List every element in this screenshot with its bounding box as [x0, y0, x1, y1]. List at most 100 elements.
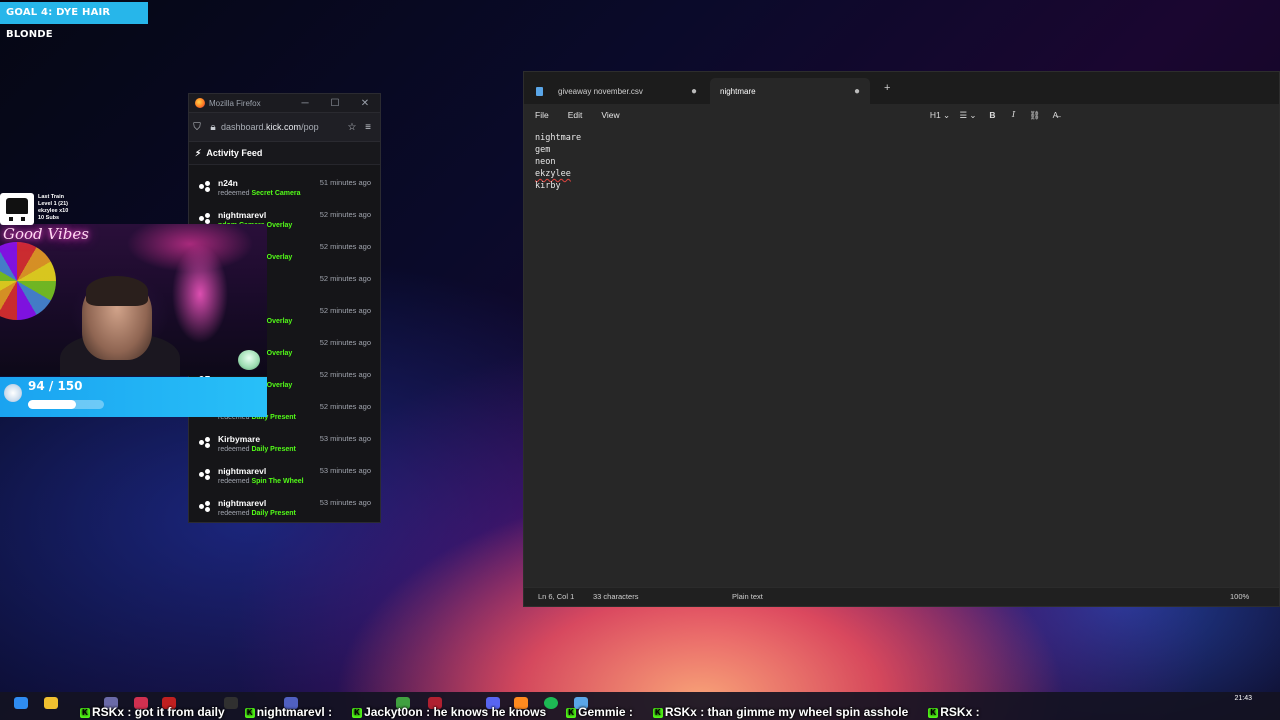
last-train-user: ekzylee x10 [38, 208, 69, 214]
feed-time: 51 minutes ago [319, 178, 371, 187]
unsaved-dot-icon[interactable]: ● [691, 86, 697, 97]
editor-text[interactable]: nightmare gem neon ekzylee kirby [535, 132, 581, 192]
file-format[interactable]: Plain text [732, 592, 763, 601]
feed-time: 52 minutes ago [319, 402, 371, 411]
close-icon[interactable]: ✕ [350, 98, 380, 109]
feed-action: redeemed Secret Camera [218, 190, 301, 197]
activity-feed-item[interactable]: nightmarevl 53 minutes ago redeemed Daily … [189, 495, 380, 527]
tab-label: nightmare [720, 86, 756, 96]
chat-message: : [975, 705, 980, 719]
character-count: 33 characters [593, 592, 639, 601]
feed-time: 52 minutes ago [319, 242, 371, 251]
notepad-menubar: File Edit View H1 ⌄ ☰ ⌄ B I ⛓︎ A̶ [524, 104, 1279, 126]
firefox-logo-icon [195, 98, 205, 108]
kick-badge-icon: K [928, 708, 939, 718]
chat-message: : he knows he knows [426, 705, 547, 719]
italic-button[interactable]: I [1003, 110, 1024, 120]
menu-icon[interactable]: ≡ [360, 122, 376, 133]
minimize-icon[interactable]: ─ [290, 98, 320, 109]
tab-giveaway-csv[interactable]: giveaway november.csv ● [524, 78, 709, 104]
clear-formatting-icon[interactable]: A̶ [1045, 110, 1066, 120]
text-line: kirby [535, 181, 561, 191]
activity-feed-item[interactable]: n24n 51 minutes ago redeemed Secret Camera [189, 175, 380, 207]
activity-feed-header: ⚡︎ Activity Feed [189, 142, 380, 165]
streamer-hair [86, 276, 148, 306]
chat-username: RSKx [92, 705, 125, 719]
list-dropdown-icon[interactable]: ☰ ⌄ [954, 110, 982, 121]
feed-action: redeemed Daily Present [218, 510, 296, 517]
heading-dropdown[interactable]: H1 ⌄ [926, 110, 954, 121]
tab-nightmare[interactable]: nightmare ● [710, 78, 870, 104]
neon-sign: Good Vibes [3, 225, 89, 243]
redeem-icon [199, 181, 211, 193]
chat-username: RSKx [664, 705, 697, 719]
feed-username[interactable]: nightmarevl [218, 498, 266, 508]
feed-username[interactable]: n24n [218, 178, 238, 188]
bookmark-star-icon[interactable]: ☆ [344, 122, 360, 133]
unsaved-dot-icon[interactable]: ● [854, 86, 860, 97]
lock-icon[interactable]: 🔒︎ [205, 122, 221, 133]
last-train-title: Last Train [38, 194, 64, 200]
address-bar[interactable]: ⛉ 🔒︎ dashboard.kick.com/pop ☆ ≡ [189, 112, 380, 142]
webcam-overlay: Good Vibes [0, 224, 267, 376]
kick-badge-icon: K [566, 708, 577, 718]
chat-message: : than gimme my wheel spin asshole [700, 705, 909, 719]
feed-action: redeemed Daily Present [218, 446, 296, 453]
activity-feed-item[interactable]: Kirbymare 53 minutes ago redeemed Daily Pr… [189, 431, 380, 463]
feed-time: 53 minutes ago [319, 498, 371, 507]
zoom-level[interactable]: 100% [1230, 592, 1249, 601]
last-train-subs: 10 Subs [38, 215, 60, 221]
bolt-icon: ⚡︎ [195, 147, 202, 158]
text-line: gem [535, 145, 551, 155]
url-text[interactable]: dashboard.kick.com/pop [221, 122, 344, 132]
shield-icon[interactable]: ⛉ [189, 122, 205, 133]
menu-file[interactable]: File [535, 110, 549, 120]
sub-goal-count: 94 / 150 [28, 379, 83, 393]
feed-username[interactable]: nightmarevl [218, 210, 266, 220]
notepad-window: giveaway november.csv ● nightmare ● + Fi… [523, 71, 1280, 607]
sub-goal-icon [4, 384, 22, 402]
system-tray-clock[interactable]: 21:43 [1234, 694, 1252, 703]
feed-username[interactable]: Kirbymare [218, 434, 260, 444]
activity-feed-item[interactable]: nightmarevl 53 minutes ago redeemed Spin T… [189, 463, 380, 495]
chat-message: : [628, 705, 633, 719]
feed-time: 52 minutes ago [319, 306, 371, 315]
chat-message: : [328, 705, 333, 719]
last-train-level: Level 1 (21) [38, 201, 68, 207]
kick-badge-icon: K [352, 708, 363, 718]
maximize-icon[interactable]: ☐ [320, 98, 350, 109]
file-icon [536, 86, 543, 96]
feed-time: 52 minutes ago [319, 370, 371, 379]
chat-message: : got it from daily [127, 705, 225, 719]
redeem-icon [199, 437, 211, 449]
feed-action: redeemed Spin The Wheel [218, 478, 304, 485]
feed-time: 52 minutes ago [319, 210, 371, 219]
notepad-statusbar: Ln 6, Col 1 33 characters Plain text 100… [524, 587, 1279, 606]
kick-badge-icon: K [244, 708, 255, 718]
activity-feed-title: Activity Feed [206, 148, 263, 158]
feed-time: 53 minutes ago [319, 434, 371, 443]
menu-view[interactable]: View [601, 110, 619, 120]
link-icon[interactable]: ⛓︎ [1024, 110, 1045, 121]
chat-username: Jackyt0on [364, 705, 423, 719]
firefox-window-title: Mozilla Firefox [209, 98, 261, 108]
chat-ticker: K RSKx : got it from daily Knightmarevl :K… [0, 705, 1280, 720]
kick-badge-icon: K [652, 708, 663, 718]
chat-username: Gemmie [578, 705, 626, 719]
kick-badge-icon: K [80, 708, 90, 718]
text-line: ekzylee [535, 169, 571, 179]
notepad-editor[interactable]: nightmare gem neon ekzylee kirby [524, 126, 1279, 588]
menu-edit[interactable]: Edit [568, 110, 583, 120]
chat-username: nightmarevl [256, 705, 325, 719]
feed-time: 53 minutes ago [319, 466, 371, 475]
cursor-position: Ln 6, Col 1 [538, 592, 575, 601]
bold-button[interactable]: B [982, 110, 1003, 120]
firefox-titlebar: Mozilla Firefox ─ ☐ ✕ [189, 94, 380, 112]
redeem-icon [199, 501, 211, 513]
feed-username[interactable]: nightmarevl [218, 466, 266, 476]
new-tab-button[interactable]: + [884, 82, 890, 94]
mascot-icon [238, 350, 260, 370]
notepad-tab-strip: giveaway november.csv ● nightmare ● + [524, 72, 1279, 104]
train-icon [0, 193, 34, 225]
prize-wheel [0, 242, 56, 320]
